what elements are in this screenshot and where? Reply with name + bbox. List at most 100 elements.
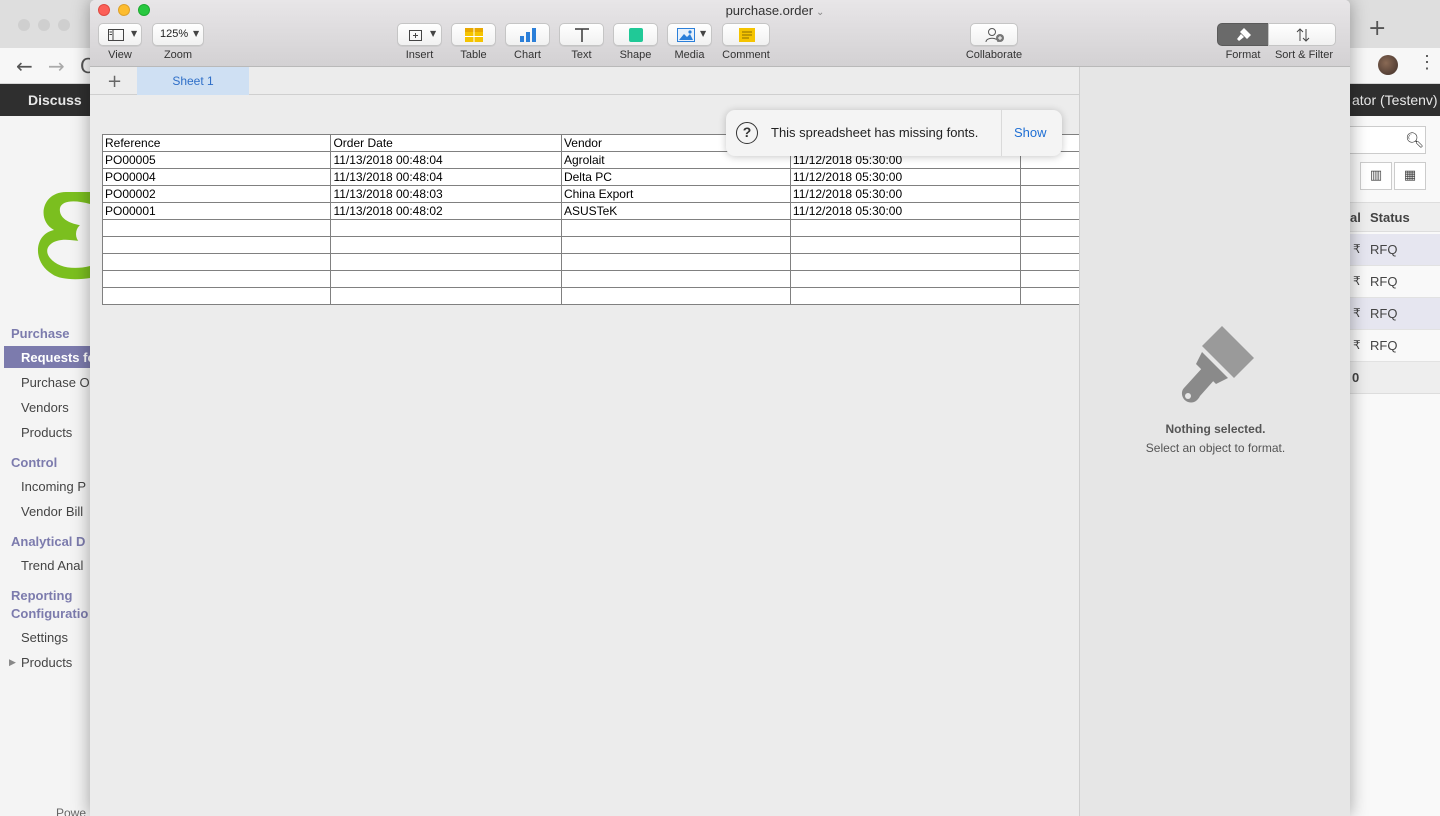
sheet-canvas[interactable]: ReferenceOrder DateVendorurcPO0000511/13… <box>90 95 1080 816</box>
table-cell[interactable]: 11/13/2018 00:48:04 <box>330 168 562 186</box>
table-cell[interactable] <box>330 270 562 288</box>
table-row-empty[interactable] <box>101 287 1080 305</box>
table-cell[interactable]: PO00004 <box>101 168 332 186</box>
add-sheet-plus-icon[interactable]: + <box>107 71 122 92</box>
sidebar-item-vendor-bills[interactable]: Vendor Bill <box>21 504 83 519</box>
table-cell[interactable] <box>101 236 332 254</box>
table-row-empty[interactable] <box>101 236 1080 254</box>
search-icon[interactable]: 🔍︎ <box>1405 131 1424 149</box>
shape-button[interactable] <box>613 23 658 46</box>
user-menu[interactable]: ator (Testenv) <box>1352 92 1438 108</box>
table-cell[interactable]: PO00002 <box>101 185 332 203</box>
graph-view-icon[interactable]: ▥ <box>1360 162 1392 190</box>
table-cell[interactable] <box>1020 168 1080 186</box>
profile-avatar[interactable] <box>1378 55 1398 75</box>
sidebar-item-settings[interactable]: Settings <box>21 630 68 645</box>
table-cell[interactable] <box>330 219 562 237</box>
list-row[interactable]: ₹ RFQ <box>1350 266 1440 298</box>
sidebar-item-purchase-orders[interactable]: Purchase O <box>21 375 90 390</box>
collaborate-button[interactable] <box>970 23 1018 46</box>
table-cell[interactable] <box>789 236 1022 254</box>
forward-arrow-icon[interactable]: → <box>48 54 65 78</box>
table-cell[interactable] <box>101 253 332 271</box>
view-button[interactable]: ▼ <box>98 23 142 46</box>
table-cell[interactable]: 11/13/2018 00:48:02 <box>330 202 562 220</box>
table-cell[interactable]: 11/12/2018 05:30:00 <box>789 202 1022 220</box>
table-cell[interactable]: 11/12/2018 05:30:00 <box>789 168 1022 186</box>
table-cell[interactable] <box>560 287 791 305</box>
chart-button[interactable] <box>505 23 550 46</box>
comment-button[interactable] <box>722 23 770 46</box>
table-cell[interactable] <box>101 270 332 288</box>
table-cell[interactable] <box>330 287 562 305</box>
table-cell[interactable] <box>560 253 791 271</box>
sidebar-item-requests[interactable]: Requests fo <box>21 350 95 365</box>
table-cell[interactable] <box>1020 270 1080 288</box>
table-cell[interactable] <box>1020 202 1080 220</box>
new-tab-plus-icon[interactable]: + <box>1368 16 1386 41</box>
list-row[interactable]: ₹ RFQ <box>1350 298 1440 330</box>
browser-maximize-button[interactable] <box>58 19 70 31</box>
table-cell[interactable] <box>560 236 791 254</box>
back-arrow-icon[interactable]: ← <box>16 54 33 78</box>
media-button[interactable]: ▼ <box>667 23 712 46</box>
table-row[interactable]: PO00002 11/13/2018 00:48:03 China Export 11… <box>101 185 1080 203</box>
browser-minimize-button[interactable] <box>38 19 50 31</box>
browser-close-button[interactable] <box>18 19 30 31</box>
table-row-empty[interactable] <box>101 253 1080 271</box>
table-cell[interactable] <box>789 270 1022 288</box>
window-title[interactable]: purchase.order ⌄ <box>90 3 1350 18</box>
table-row[interactable]: PO00001 11/13/2018 00:48:02 ASUSTeK 11/12/2… <box>101 202 1080 220</box>
table-cell[interactable]: Reference <box>101 134 332 152</box>
table-cell[interactable] <box>101 287 332 305</box>
table-cell[interactable] <box>330 236 562 254</box>
table-cell[interactable] <box>789 287 1022 305</box>
table-cell[interactable]: 11/13/2018 00:48:04 <box>330 151 562 169</box>
table-row-empty[interactable] <box>101 270 1080 288</box>
collaborate-label: Collaborate <box>965 49 1023 61</box>
sidebar-item-products[interactable]: Products <box>21 425 72 440</box>
text-button[interactable] <box>559 23 604 46</box>
table-row-empty[interactable] <box>101 219 1080 237</box>
table-cell[interactable] <box>1020 253 1080 271</box>
table-cell[interactable]: PO00005 <box>101 151 332 169</box>
table-cell[interactable]: 11/12/2018 05:30:00 <box>789 185 1022 203</box>
list-row[interactable]: ₹ RFQ <box>1350 330 1440 362</box>
table-cell[interactable] <box>1020 185 1080 203</box>
spreadsheet-table[interactable]: ReferenceOrder DateVendorurcPO0000511/13… <box>101 134 1080 305</box>
table-cell[interactable]: PO00001 <box>101 202 332 220</box>
table-cell[interactable] <box>330 253 562 271</box>
table-cell[interactable]: 11/13/2018 00:48:03 <box>330 185 562 203</box>
table-cell[interactable]: Order Date <box>330 134 562 152</box>
browser-menu-icon[interactable]: ⋮ <box>1418 52 1436 73</box>
table-cell[interactable] <box>789 253 1022 271</box>
table-cell[interactable] <box>1020 287 1080 305</box>
sort-filter-button[interactable] <box>1268 23 1336 46</box>
table-cell[interactable] <box>101 219 332 237</box>
discuss-menu[interactable]: Discuss <box>28 92 82 108</box>
sidebar-item-products-config[interactable]: Products <box>21 655 72 670</box>
table-button[interactable] <box>451 23 496 46</box>
sidebar-item-vendors[interactable]: Vendors <box>21 400 69 415</box>
tab-sheet-1[interactable]: Sheet 1 <box>137 67 249 95</box>
format-button[interactable] <box>1217 23 1269 46</box>
table-row[interactable]: PO00004 11/13/2018 00:48:04 Delta PC 11/12/… <box>101 168 1080 186</box>
zoom-select[interactable]: 125% ▼ <box>152 23 204 46</box>
insert-button[interactable]: ▼ <box>397 23 442 46</box>
table-cell[interactable]: China Export <box>560 185 791 203</box>
show-fonts-button[interactable]: Show <box>1014 125 1047 140</box>
column-status-header[interactable]: Status <box>1370 210 1410 225</box>
table-cell[interactable] <box>560 219 791 237</box>
calendar-view-icon[interactable]: ▦ <box>1394 162 1426 190</box>
sidebar-item-incoming[interactable]: Incoming P <box>21 479 86 494</box>
table-cell[interactable] <box>1020 219 1080 237</box>
caret-right-icon[interactable]: ▶ <box>9 657 16 668</box>
table-cell[interactable] <box>1020 236 1080 254</box>
table-cell[interactable] <box>789 219 1022 237</box>
sidebar-item-trend[interactable]: Trend Anal <box>21 558 83 573</box>
table-cell[interactable]: Delta PC <box>560 168 791 186</box>
table-cell[interactable] <box>560 270 791 288</box>
table-cell[interactable]: ASUSTeK <box>560 202 791 220</box>
column-total-header[interactable]: al <box>1350 210 1361 225</box>
list-row[interactable]: ₹ RFQ <box>1350 234 1440 266</box>
